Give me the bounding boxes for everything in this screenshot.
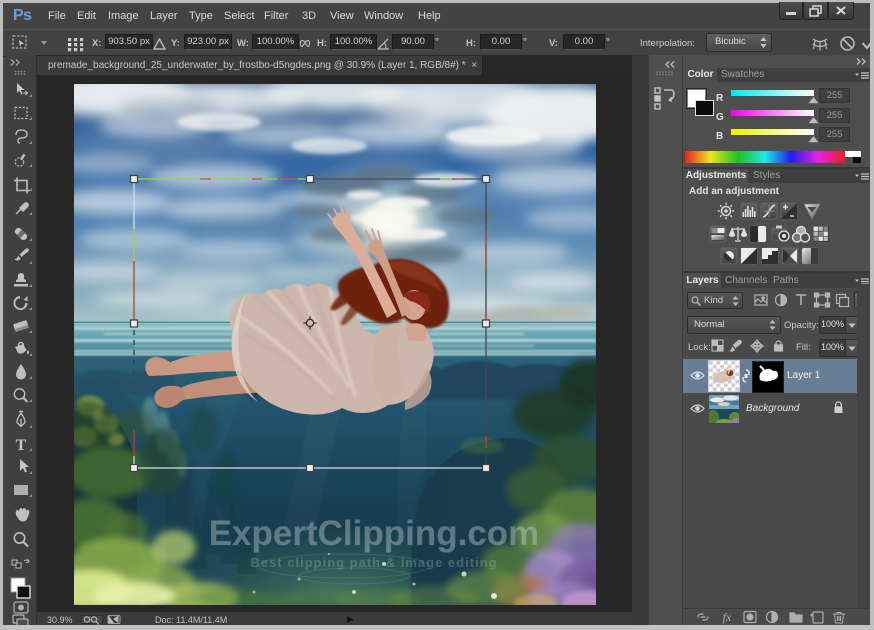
svg-text:T: T xyxy=(16,437,27,454)
svg-text:fx: fx xyxy=(723,610,732,624)
svg-text:Best clipping path & image edi: Best clipping path & image editing xyxy=(250,555,497,570)
svg-text:ExpertClipping.com: ExpertClipping.com xyxy=(209,514,540,553)
